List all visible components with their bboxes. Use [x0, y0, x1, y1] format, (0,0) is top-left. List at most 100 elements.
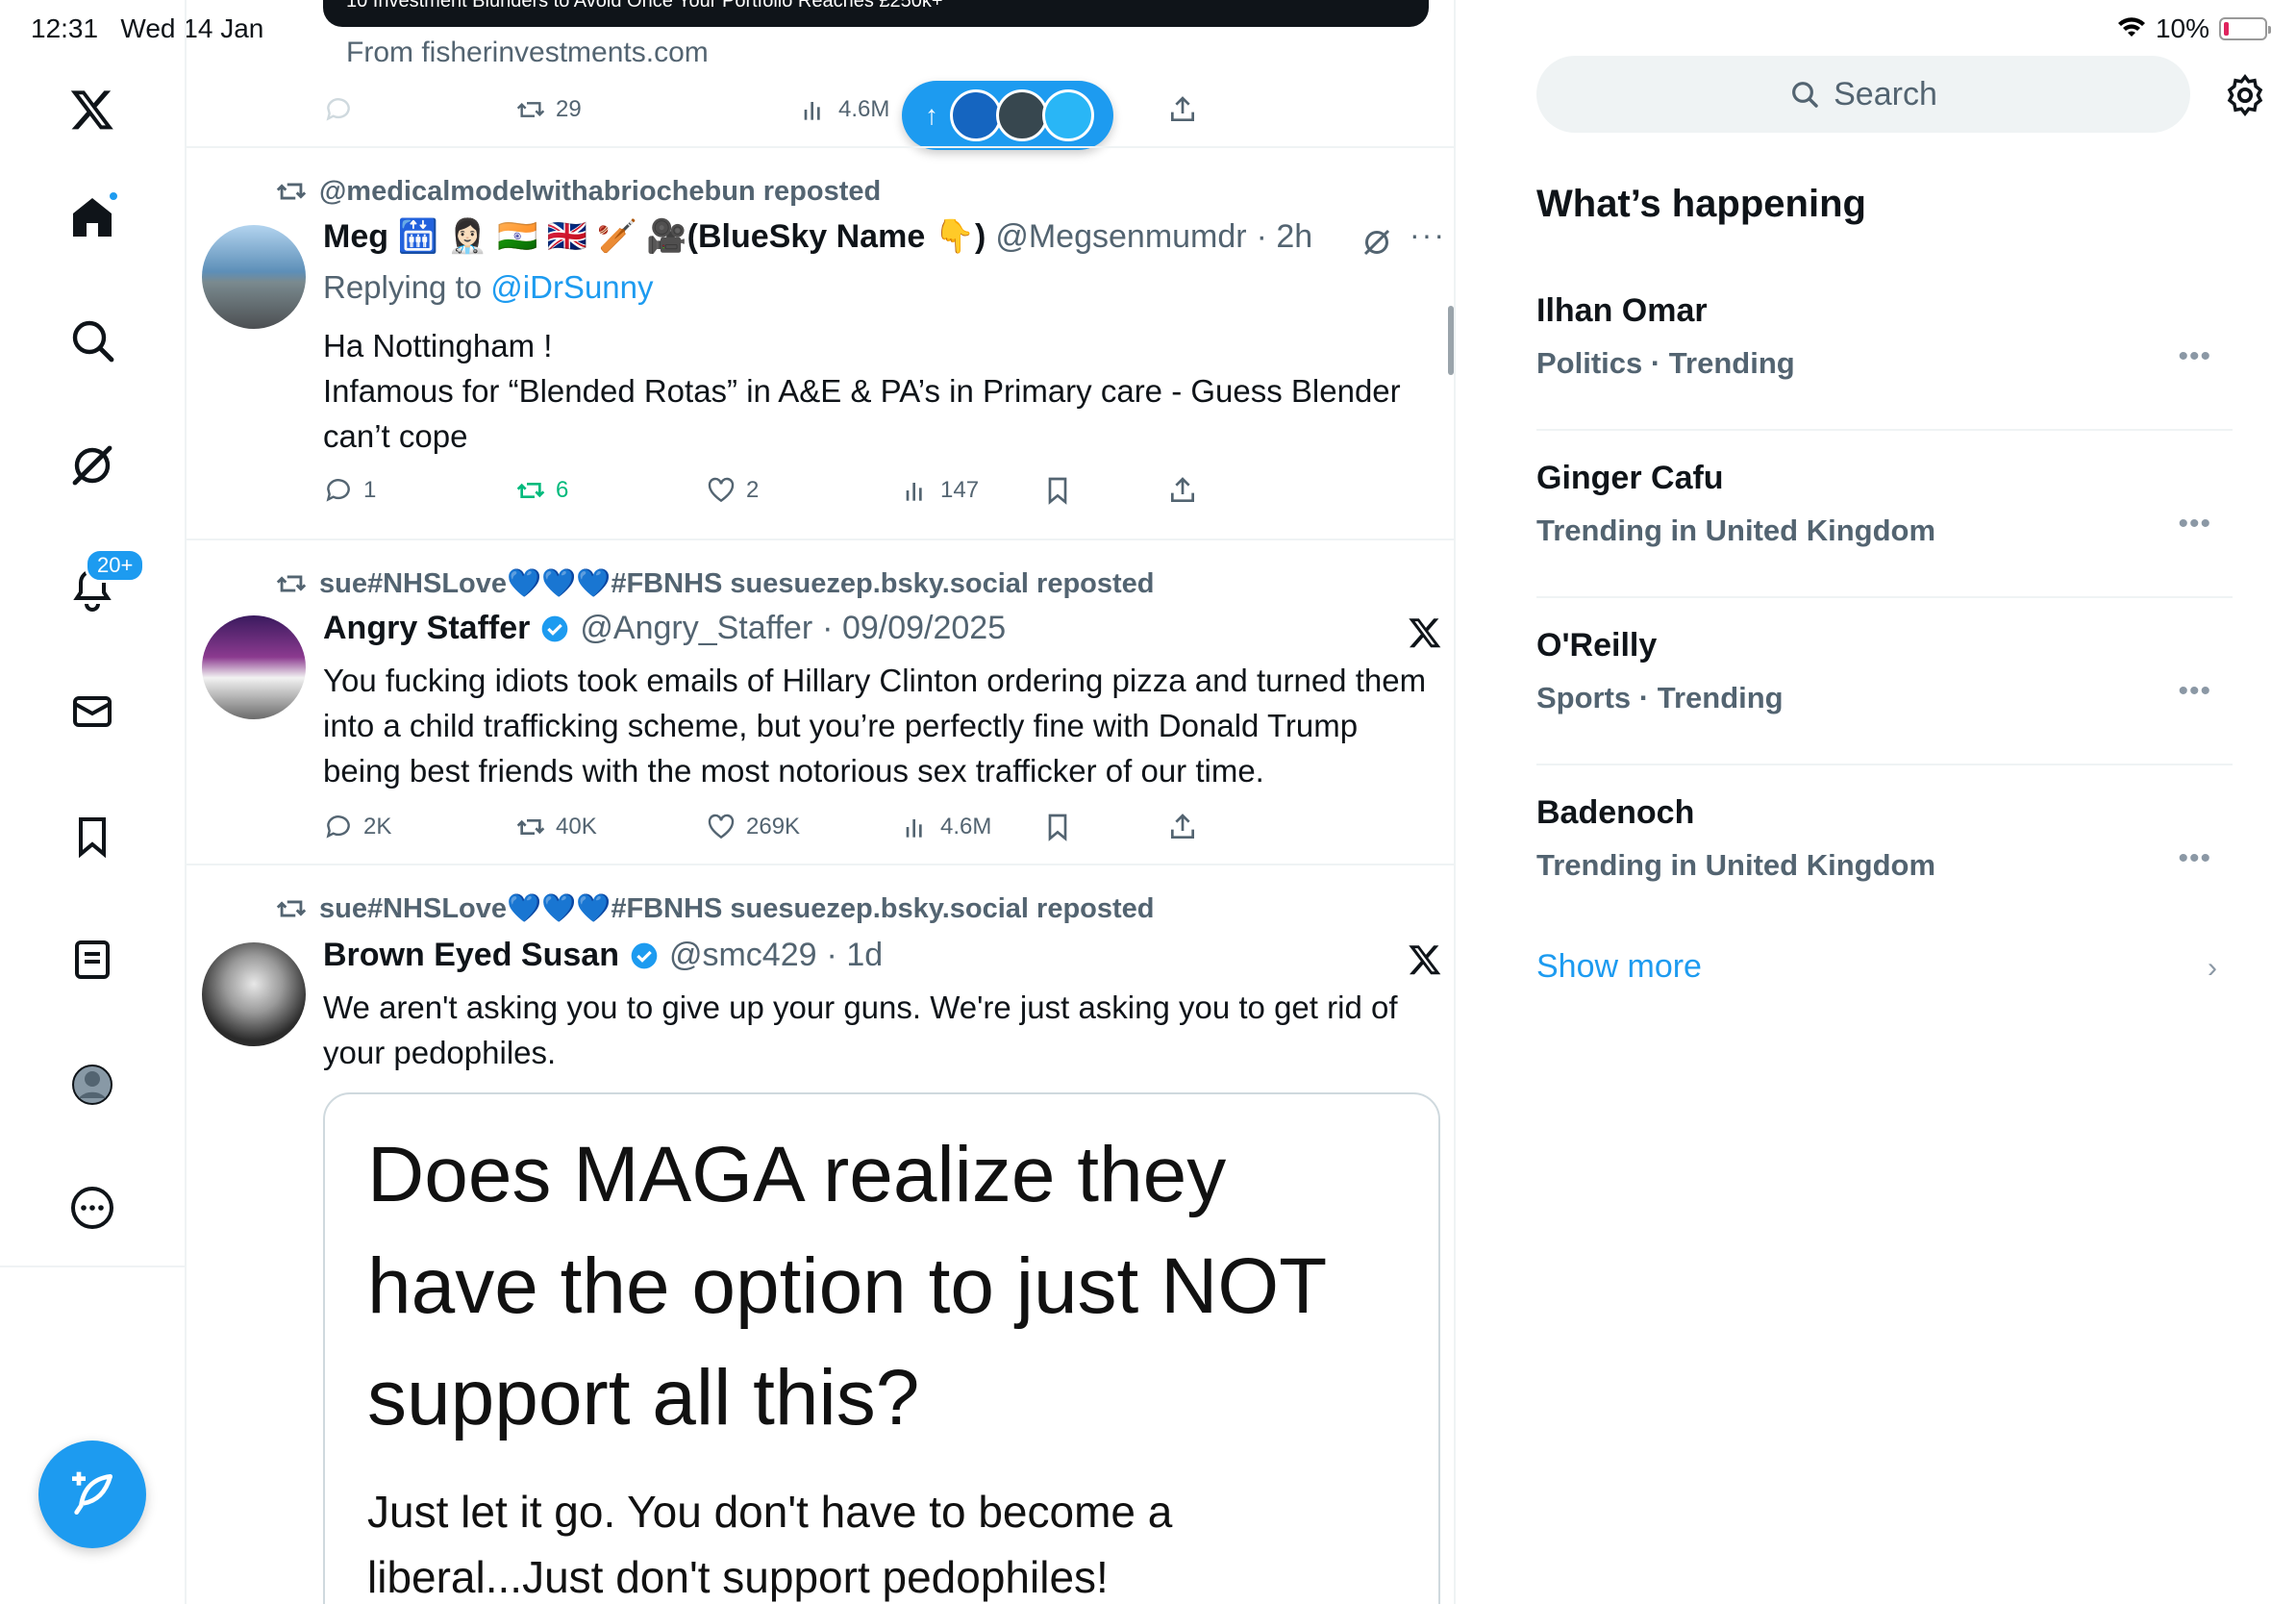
trend-meta: Politics · Trending	[1536, 346, 1795, 380]
repost-icon	[276, 183, 307, 200]
chevron-right-icon: ›	[2208, 952, 2217, 984]
share-button[interactable]	[1167, 475, 1198, 506]
author-handle[interactable]: @Angry_Staffer	[580, 610, 812, 647]
repost-by-text: sue#NHSLove💙💙💙#FBNHS suesuezep.bsky.soci…	[319, 568, 1155, 599]
gear-icon[interactable]	[2223, 73, 2267, 117]
trend-name: O'Reilly	[1536, 627, 1658, 664]
battery-icon	[2219, 17, 2271, 40]
trend-item[interactable]: Badenoch Trending in United Kingdom •••	[1536, 765, 2233, 933]
repost-button[interactable]: 6	[515, 475, 568, 506]
ad-source[interactable]: From fisherinvestments.com	[346, 37, 709, 69]
tweet-text-line: Ha Nottingham !	[323, 328, 553, 363]
author-name[interactable]: Angry Staffer	[323, 610, 530, 647]
avatar[interactable]	[202, 615, 306, 719]
tweet-time[interactable]: · 2h	[1257, 218, 1313, 256]
show-more-link[interactable]: Show more	[1536, 948, 1702, 986]
tweet-text: We aren't asking you to give up your gun…	[323, 990, 1398, 1070]
profile-avatar-icon[interactable]	[60, 1052, 125, 1117]
tweet-media-image[interactable]: Does MAGA realize they have the option t…	[323, 1092, 1440, 1604]
reply-button[interactable]: 1	[323, 475, 376, 506]
arrow-up-icon: ↑	[925, 100, 938, 130]
repost-icon	[276, 575, 307, 592]
bookmarks-icon[interactable]	[60, 804, 125, 869]
search-icon[interactable]	[60, 308, 125, 373]
search-input[interactable]: Search	[1536, 56, 2190, 133]
reply-count: 2K	[363, 814, 392, 840]
reply-icon	[326, 815, 350, 839]
repost-by-text: sue#NHSLove💙💙💙#FBNHS suesuezep.bsky.soci…	[319, 893, 1155, 924]
timeline[interactable]: 10 Investment Blunders to Avoid Once You…	[187, 0, 1456, 1604]
separator	[187, 539, 1454, 540]
repost-icon	[516, 483, 545, 498]
grok-icon[interactable]	[60, 433, 125, 498]
tweet-header: Brown Eyed Susan @smc429 · 1d	[323, 937, 883, 974]
x-logo-icon	[1409, 618, 1441, 648]
more-dots-icon[interactable]: •••	[2178, 842, 2211, 875]
views-button[interactable]: 4.6M	[900, 812, 991, 842]
bookmark-button[interactable]	[1042, 475, 1073, 506]
media-headline: Does MAGA realize they have the option t…	[367, 1131, 1326, 1441]
status-right: 10%	[2117, 13, 2271, 44]
left-nav: 20+	[0, 0, 187, 1604]
author-name[interactable]: Meg 🛗 👩🏻‍⚕️ 🇮🇳 🇬🇧 🏏 🎥(BlueSky Name 👇)	[323, 217, 986, 256]
more-dots-icon[interactable]: ···	[1410, 217, 1446, 253]
ad-banner[interactable]: 10 Investment Blunders to Avoid Once You…	[323, 0, 1429, 27]
ad-actions: 29 4.6M	[323, 88, 1429, 131]
lists-icon[interactable]	[60, 927, 125, 992]
ad-banner-text: 10 Investment Blunders to Avoid Once You…	[346, 0, 943, 12]
verified-badge-icon	[631, 942, 658, 968]
ad-share-button[interactable]	[1167, 94, 1198, 125]
notifications-bell-icon[interactable]: 20+	[60, 548, 146, 621]
trend-item[interactable]: O'Reilly Sports · Trending •••	[1536, 598, 2233, 765]
like-button[interactable]: 269K	[706, 812, 800, 842]
avatar[interactable]	[202, 225, 306, 329]
notifications-badge: 20+	[85, 548, 146, 583]
avatar[interactable]	[202, 942, 306, 1046]
share-button[interactable]	[1167, 812, 1198, 842]
compose-post-button[interactable]	[38, 1441, 146, 1548]
bookmark-button[interactable]	[1042, 812, 1073, 842]
more-dots-icon[interactable]: •••	[2178, 340, 2211, 373]
tweet-actions: 2K 40K 269K 4.6M	[323, 806, 1429, 848]
grok-icon[interactable]	[1360, 225, 1394, 260]
trend-name: Badenoch	[1536, 794, 1695, 831]
trend-item[interactable]: Ginger Cafu Trending in United Kingdom •…	[1536, 431, 2233, 598]
author-handle[interactable]: @smc429	[669, 937, 817, 974]
tweet-text: Ha Nottingham ! Infamous for “Blended Ro…	[323, 323, 1438, 459]
reply-to-link[interactable]: @iDrSunny	[490, 269, 653, 305]
reply-count: 1	[363, 477, 377, 503]
more-options-icon[interactable]	[60, 1175, 125, 1241]
ad-repost-button[interactable]: 29	[515, 94, 582, 125]
more-dots-icon[interactable]: •••	[2178, 675, 2211, 708]
reply-button[interactable]: 2K	[323, 812, 391, 842]
tweet-text-line: Infamous for “Blended Rotas” in A&E & PA…	[323, 373, 1401, 454]
author-handle[interactable]: @Megsenmumdr	[995, 218, 1246, 256]
messages-icon[interactable]	[60, 679, 125, 744]
views-icon	[804, 102, 820, 120]
home-icon[interactable]	[60, 185, 125, 250]
media-subtext: Just let it go. You don't have to become…	[367, 1487, 1173, 1602]
search-placeholder: Search	[1834, 75, 1937, 113]
tweet-time[interactable]: · 09/09/2025	[822, 610, 1006, 647]
ad-views[interactable]: 4.6M	[798, 94, 889, 125]
views-button[interactable]: 147	[900, 475, 979, 506]
trend-name: Ginger Cafu	[1536, 460, 1724, 496]
new-posts-pill[interactable]: ↑	[902, 81, 1113, 150]
timeline-scrollbar[interactable]	[1448, 306, 1454, 375]
trend-item[interactable]: Ilhan Omar Politics · Trending •••	[1536, 263, 2233, 431]
tweet-time[interactable]: · 1d	[827, 937, 884, 974]
like-button[interactable]: 2	[706, 475, 759, 506]
wifi-icon	[2117, 17, 2145, 37]
x-logo-icon[interactable]	[60, 77, 125, 142]
repost-by-text: @medicalmodelwithabriochebun reposted	[319, 175, 882, 207]
separator	[187, 146, 1454, 148]
repost-button[interactable]: 40K	[515, 812, 597, 842]
tweet-text: You fucking idiots took emails of Hillar…	[323, 663, 1427, 789]
author-name[interactable]: Brown Eyed Susan	[323, 937, 619, 974]
ad-reply-button[interactable]	[323, 94, 354, 125]
more-dots-icon[interactable]: •••	[2178, 508, 2211, 540]
heart-icon	[708, 477, 735, 503]
share-icon	[1171, 814, 1194, 839]
repost-indicator: sue#NHSLove💙💙💙#FBNHS suesuezep.bsky.soci…	[275, 892, 1155, 925]
ad-view-count: 4.6M	[838, 96, 890, 122]
